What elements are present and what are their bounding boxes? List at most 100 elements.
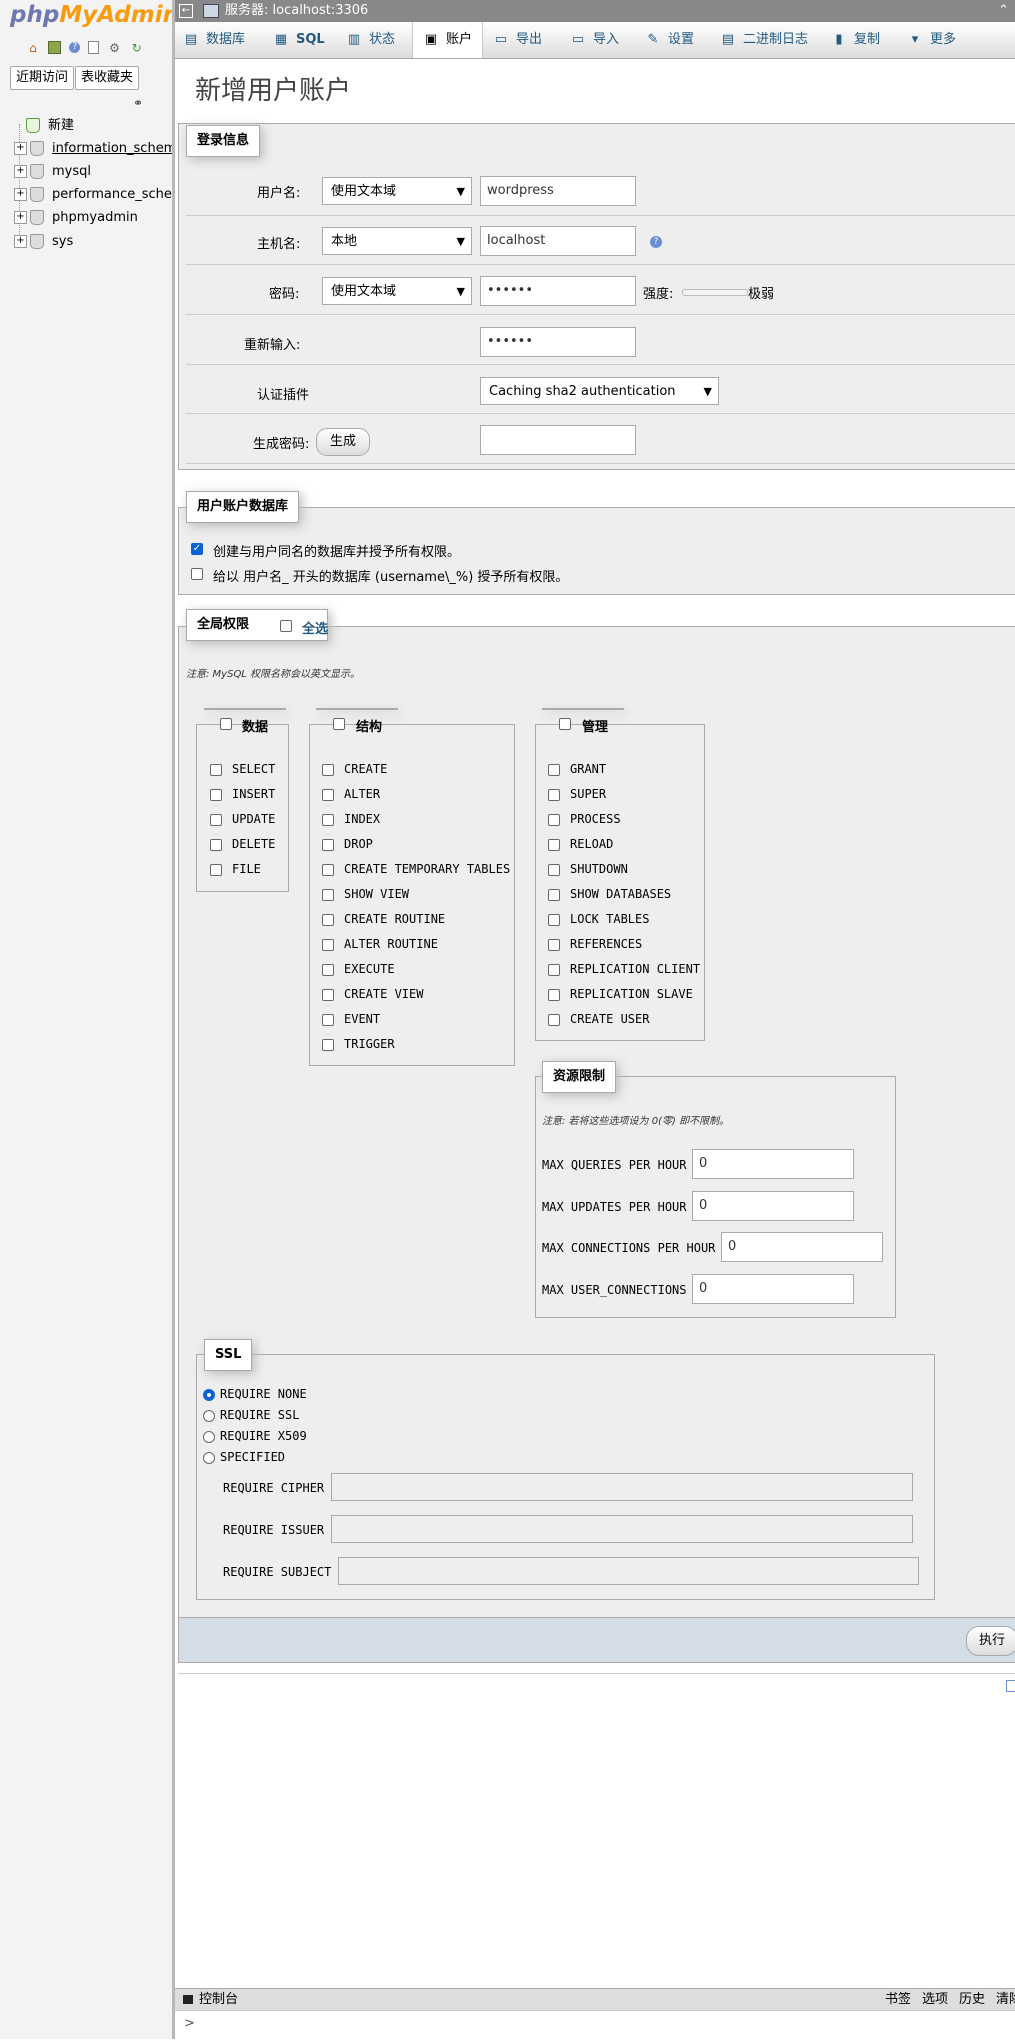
structure-privilege-label[interactable]: CREATE — [344, 762, 387, 776]
administration-privilege-label[interactable]: LOCK TABLES — [570, 912, 649, 926]
phpmyadmin-logo[interactable]: phpMyAdmin — [10, 2, 172, 28]
expand-icon[interactable]: + — [14, 235, 27, 248]
console-bookmarks[interactable]: 书签 — [885, 1989, 911, 2011]
data-privilege-checkbox[interactable] — [210, 764, 222, 776]
generate-password-button[interactable]: 生成 — [316, 428, 370, 456]
document-icon[interactable] — [88, 41, 100, 54]
collapse-icon[interactable]: ← — [179, 4, 193, 18]
require-issuer-input[interactable] — [331, 1515, 913, 1543]
console-history[interactable]: 历史 — [959, 1989, 985, 2011]
administration-privilege-label[interactable]: CREATE USER — [570, 1012, 649, 1026]
settings-icon[interactable]: ⚙ — [108, 41, 122, 55]
administration-privilege-checkbox[interactable] — [548, 964, 560, 976]
tab-import[interactable]: ▭ 导入 — [570, 22, 619, 58]
retype-password-input[interactable]: •••••• — [480, 327, 636, 357]
structure-select-all-checkbox[interactable] — [333, 718, 345, 730]
tab-accounts[interactable]: ▣ 账户 — [412, 22, 484, 58]
administration-privilege-label[interactable]: REPLICATION CLIENT — [570, 962, 700, 976]
specified-radio[interactable] — [203, 1452, 215, 1464]
open-new-window-icon[interactable] — [1006, 1680, 1015, 1692]
structure-privilege-label[interactable]: CREATE TEMPORARY TABLES — [344, 862, 510, 876]
tab-replication[interactable]: ▮ 复制 — [831, 22, 880, 58]
tree-item-phpmyadmin[interactable]: + phpmyadmin — [14, 207, 138, 229]
tab-settings[interactable]: ✎ 设置 — [645, 22, 694, 58]
structure-privilege-label[interactable]: TRIGGER — [344, 1037, 395, 1051]
data-privilege-label[interactable]: DELETE — [232, 837, 275, 851]
host-type-select[interactable]: 本地 ▼ — [322, 227, 472, 255]
require-cipher-input[interactable] — [331, 1473, 913, 1501]
tree-item-sys[interactable]: + sys — [14, 231, 73, 253]
tab-sql[interactable]: ▦ SQL — [273, 22, 325, 58]
structure-privilege-checkbox[interactable] — [322, 939, 334, 951]
tree-item-mysql[interactable]: + mysql — [14, 161, 91, 183]
administration-privilege-checkbox[interactable] — [548, 764, 560, 776]
structure-privilege-checkbox[interactable] — [322, 789, 334, 801]
structure-privilege-checkbox[interactable] — [322, 1039, 334, 1051]
administration-privilege-label[interactable]: REFERENCES — [570, 937, 642, 951]
data-privilege-checkbox[interactable] — [210, 814, 222, 826]
generated-password-input[interactable] — [480, 425, 636, 455]
select-all-checkbox[interactable] — [280, 620, 292, 632]
administration-select-all-checkbox[interactable] — [559, 718, 571, 730]
administration-privilege-label[interactable]: SHUTDOWN — [570, 862, 628, 876]
administration-privilege-label[interactable]: SUPER — [570, 787, 606, 801]
grant-wildcard-db-label[interactable]: 给以 用户名_ 开头的数据库 (username\_%) 授予所有权限。 — [213, 566, 568, 585]
select-all-label[interactable]: 全选 — [302, 618, 328, 637]
structure-privilege-checkbox[interactable] — [322, 864, 334, 876]
tab-more[interactable]: ▾ 更多 — [907, 22, 956, 58]
structure-privilege-checkbox[interactable] — [322, 839, 334, 851]
expand-icon[interactable]: + — [14, 142, 27, 155]
expand-icon[interactable]: + — [14, 165, 27, 178]
data-select-all-checkbox[interactable] — [220, 718, 232, 730]
host-input[interactable]: localhost — [480, 226, 636, 256]
max-connections-input[interactable]: 0 — [721, 1232, 883, 1262]
require-x509-label[interactable]: REQUIRE X509 — [220, 1429, 307, 1443]
grant-wildcard-db-checkbox[interactable] — [191, 568, 203, 580]
expand-icon[interactable]: + — [14, 188, 27, 201]
create-same-name-db-label[interactable]: 创建与用户同名的数据库并授予所有权限。 — [213, 541, 460, 560]
help-icon[interactable]: ? — [69, 42, 81, 53]
structure-privilege-label[interactable]: CREATE VIEW — [344, 987, 423, 1001]
require-x509-radio[interactable] — [203, 1431, 215, 1443]
administration-privilege-checkbox[interactable] — [548, 864, 560, 876]
structure-privilege-label[interactable]: DROP — [344, 837, 373, 851]
tab-status[interactable]: ▥ 状态 — [346, 22, 395, 58]
home-icon[interactable]: ⌂ — [26, 41, 40, 55]
max-updates-input[interactable]: 0 — [692, 1191, 854, 1221]
favorites-button[interactable]: 表收藏夹 — [75, 66, 140, 90]
link-chain-icon[interactable]: ⚭ — [133, 96, 143, 110]
max-user-connections-input[interactable]: 0 — [692, 1274, 854, 1304]
data-privilege-label[interactable]: FILE — [232, 862, 261, 876]
administration-privilege-checkbox[interactable] — [548, 914, 560, 926]
console-options[interactable]: 选项 — [922, 1989, 948, 2011]
tree-item-performance-schema[interactable]: + performance_schema — [14, 184, 172, 206]
console-bar[interactable]: 控制台 书签 选项 历史 清除 — [175, 1988, 1015, 2011]
administration-privilege-label[interactable]: RELOAD — [570, 837, 613, 851]
structure-privilege-label[interactable]: ALTER — [344, 787, 380, 801]
require-subject-input[interactable] — [338, 1557, 919, 1585]
nav-resize-handle[interactable] — [172, 0, 175, 2039]
tree-item-information-schema[interactable]: + information_schema — [14, 138, 172, 160]
help-icon[interactable]: ? — [650, 236, 662, 248]
administration-privilege-checkbox[interactable] — [548, 889, 560, 901]
tree-item-new[interactable]: 新建 — [26, 115, 74, 137]
administration-privilege-label[interactable]: REPLICATION SLAVE — [570, 987, 693, 1001]
administration-privilege-checkbox[interactable] — [548, 814, 560, 826]
data-privilege-checkbox[interactable] — [210, 864, 222, 876]
data-privilege-label[interactable]: INSERT — [232, 787, 275, 801]
console-clear[interactable]: 清除 — [996, 1989, 1015, 2011]
server-breadcrumb[interactable]: 服务器: localhost:3306 — [225, 3, 368, 18]
structure-privilege-checkbox[interactable] — [322, 964, 334, 976]
console-input[interactable]: > — [175, 2010, 1015, 2040]
structure-privilege-checkbox[interactable] — [322, 764, 334, 776]
require-none-radio[interactable] — [203, 1389, 215, 1401]
create-same-name-db-checkbox[interactable]: ✓ — [191, 543, 203, 555]
tab-binlog[interactable]: ▤ 二进制日志 — [720, 22, 808, 58]
require-ssl-radio[interactable] — [203, 1410, 215, 1422]
expand-icon[interactable]: + — [14, 211, 27, 224]
max-queries-input[interactable]: 0 — [692, 1149, 854, 1179]
username-input[interactable]: wordpress — [480, 176, 636, 206]
auth-plugin-select[interactable]: Caching sha2 authentication ▼ — [480, 377, 719, 405]
console-label[interactable]: 控制台 — [199, 1989, 238, 2011]
administration-privilege-label[interactable]: GRANT — [570, 762, 606, 776]
